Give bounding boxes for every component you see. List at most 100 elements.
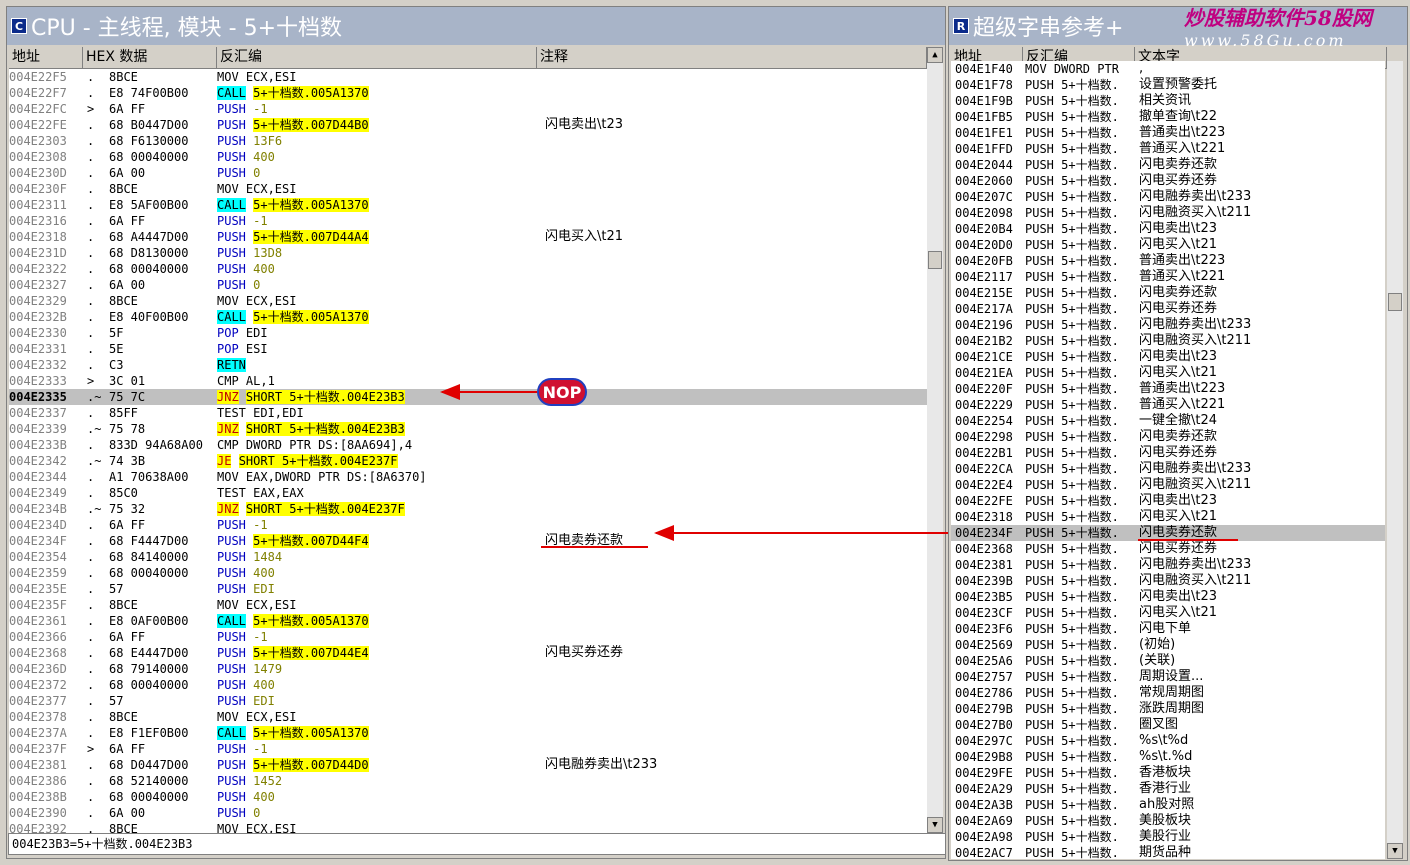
disasm-row[interactable]: 004E230F. 8BCE MOV ECX,ESI	[9, 181, 927, 197]
disasm-row[interactable]: 004E235F. 8BCE MOV ECX,ESI	[9, 597, 927, 613]
string-row[interactable]: 004E21EA PUSH 5+十档数. 闪电买入\t21	[951, 365, 1385, 381]
disasm-row[interactable]: 004E22F5. 8BCE MOV ECX,ESI	[9, 69, 927, 85]
string-row[interactable]: 004E2AC7 PUSH 5+十档数. 期货品种	[951, 845, 1385, 859]
disasm-row[interactable]: 004E2377. 57 PUSH EDI	[9, 693, 927, 709]
disasm-row[interactable]: 004E2335 .~ 75 7C JNZ SHORT 5+十档数.004E23B3	[9, 389, 927, 405]
string-row[interactable]: 004E2298 PUSH 5+十档数. 闪电卖券还款	[951, 429, 1385, 445]
disasm-row[interactable]: 004E2390. 6A 00 PUSH 0	[9, 805, 927, 821]
string-row[interactable]: 004E29B8 PUSH 5+十档数. %s\t.%d	[951, 749, 1385, 765]
disasm-row[interactable]: 004E2330. 5F POP EDI	[9, 325, 927, 341]
string-row[interactable]: 004E207C PUSH 5+十档数. 闪电融券卖出\t233	[951, 189, 1385, 205]
string-row[interactable]: 004E29FE PUSH 5+十档数. 香港板块	[951, 765, 1385, 781]
disasm-row[interactable]: 004E22FE. 68 B0447D00 PUSH 5+十档数.007D44B0 闪…	[9, 117, 927, 133]
string-row[interactable]: 004E2318 PUSH 5+十档数. 闪电买入\t21	[951, 509, 1385, 525]
disasm-row[interactable]: 004E2327. 6A 00 PUSH 0	[9, 277, 927, 293]
cpu-scrollbar[interactable]: ▲ ▼	[927, 47, 943, 833]
disasm-row[interactable]: 004E2329. 8BCE MOV ECX,ESI	[9, 293, 927, 309]
string-row[interactable]: 004E1F40 MOV DWORD PTR,	[951, 61, 1385, 77]
strings-scrollbar[interactable]: ▼	[1387, 61, 1403, 859]
string-row[interactable]: 004E22B1 PUSH 5+十档数. 闪电买券还券	[951, 445, 1385, 461]
string-row[interactable]: 004E25A6 PUSH 5+十档数. (关联)	[951, 653, 1385, 669]
string-row[interactable]: 004E1FE1 PUSH 5+十档数. 普通卖出\t223	[951, 125, 1385, 141]
disasm-row[interactable]: 004E2344. A1 70638A00 MOV EAX,DWORD PTR DS…	[9, 469, 927, 485]
string-row[interactable]: 004E239B PUSH 5+十档数. 闪电融资买入\t211	[951, 573, 1385, 589]
disasm-row[interactable]: 004E235E. 57 PUSH EDI	[9, 581, 927, 597]
disasm-row[interactable]: 004E2318. 68 A4447D00 PUSH 5+十档数.007D44A4 闪…	[9, 229, 927, 245]
disasm-row[interactable]: 004E2311. E8 5AF00B00 CALL 5+十档数.005A1370	[9, 197, 927, 213]
string-row[interactable]: 004E2786 PUSH 5+十档数. 常规周期图	[951, 685, 1385, 701]
string-row[interactable]: 004E27B0 PUSH 5+十档数. 圈叉图	[951, 717, 1385, 733]
string-row[interactable]: 004E2229 PUSH 5+十档数. 普通买入\t221	[951, 397, 1385, 413]
string-row[interactable]: 004E21CE PUSH 5+十档数. 闪电卖出\t23	[951, 349, 1385, 365]
string-row[interactable]: 004E23CF PUSH 5+十档数. 闪电买入\t21	[951, 605, 1385, 621]
disasm-row[interactable]: 004E2303. 68 F6130000 PUSH 13F6	[9, 133, 927, 149]
disasm-row[interactable]: 004E231D. 68 D8130000 PUSH 13D8	[9, 245, 927, 261]
string-row[interactable]: 004E1F9B PUSH 5+十档数. 相关资讯	[951, 93, 1385, 109]
string-row[interactable]: 004E21B2 PUSH 5+十档数. 闪电融资买入\t211	[951, 333, 1385, 349]
disasm-row[interactable]: 004E2333 >3C 01 CMP AL,1	[9, 373, 927, 389]
string-row[interactable]: 004E22E4 PUSH 5+十档数. 闪电融资买入\t211	[951, 477, 1385, 493]
string-row[interactable]: 004E220F PUSH 5+十档数. 普通卖出\t223	[951, 381, 1385, 397]
string-row[interactable]: 004E2569 PUSH 5+十档数. (初始)	[951, 637, 1385, 653]
disasm-row[interactable]: 004E2368. 68 E4447D00 PUSH 5+十档数.007D44E4 闪…	[9, 645, 927, 661]
string-row[interactable]: 004E1F78 PUSH 5+十档数. 设置预警委托	[951, 77, 1385, 93]
string-row[interactable]: 004E2117 PUSH 5+十档数. 普通买入\t221	[951, 269, 1385, 285]
string-row[interactable]: 004E2098 PUSH 5+十档数. 闪电融资买入\t211	[951, 205, 1385, 221]
disasm-row[interactable]: 004E2322. 68 00040000 PUSH 400	[9, 261, 927, 277]
string-row[interactable]: 004E215E PUSH 5+十档数. 闪电卖券还款	[951, 285, 1385, 301]
disasm-row[interactable]: 004E2361. E8 0AF00B00 CALL 5+十档数.005A1370	[9, 613, 927, 629]
string-row[interactable]: 004E2044 PUSH 5+十档数. 闪电卖券还款	[951, 157, 1385, 173]
col-comment[interactable]: 注释	[537, 47, 927, 68]
disasm-row[interactable]: 004E2316. 6A FF PUSH -1	[9, 213, 927, 229]
string-row[interactable]: 004E20B4 PUSH 5+十档数. 闪电卖出\t23	[951, 221, 1385, 237]
scroll-thumb[interactable]	[928, 251, 942, 269]
col-hex[interactable]: HEX 数据	[83, 47, 217, 68]
string-row[interactable]: 004E2196 PUSH 5+十档数. 闪电融券卖出\t233	[951, 317, 1385, 333]
disasm-row[interactable]: 004E233B. 833D 94A68A00 CMP DWORD PTR DS:[…	[9, 437, 927, 453]
col-disasm[interactable]: 反汇编	[217, 47, 537, 68]
string-row[interactable]: 004E297C PUSH 5+十档数. %s\t%d	[951, 733, 1385, 749]
disasm-row[interactable]: 004E2372. 68 00040000 PUSH 400	[9, 677, 927, 693]
string-row[interactable]: 004E2757 PUSH 5+十档数. 周期设置...	[951, 669, 1385, 685]
string-row[interactable]: 004E217A PUSH 5+十档数. 闪电买券还券	[951, 301, 1385, 317]
disasm-row[interactable]: 004E2359. 68 00040000 PUSH 400	[9, 565, 927, 581]
string-row[interactable]: 004E234F PUSH 5+十档数. 闪电卖券还款	[951, 525, 1385, 541]
string-row[interactable]: 004E1FB5 PUSH 5+十档数. 撤单查询\t22	[951, 109, 1385, 125]
disasm-row[interactable]: 004E22FC >6A FF PUSH -1	[9, 101, 927, 117]
disasm-row[interactable]: 004E230D. 6A 00 PUSH 0	[9, 165, 927, 181]
disasm-row[interactable]: 004E238B. 68 00040000 PUSH 400	[9, 789, 927, 805]
string-row[interactable]: 004E23F6 PUSH 5+十档数. 闪电下单	[951, 621, 1385, 637]
string-row[interactable]: 004E20FB PUSH 5+十档数. 普通卖出\t223	[951, 253, 1385, 269]
disassembly-pane[interactable]: 004E22F5. 8BCE MOV ECX,ESI 004E22F7. E8 74F0…	[9, 69, 927, 833]
string-row[interactable]: 004E279B PUSH 5+十档数. 涨跌周期图	[951, 701, 1385, 717]
disasm-row[interactable]: 004E234B .~ 75 32 JNZ SHORT 5+十档数.004E237F	[9, 501, 927, 517]
disasm-row[interactable]: 004E234F. 68 F4447D00 PUSH 5+十档数.007D44F4 闪…	[9, 533, 927, 549]
string-row[interactable]: 004E22CA PUSH 5+十档数. 闪电融券卖出\t233	[951, 461, 1385, 477]
disasm-row[interactable]: 004E237A. E8 F1EF0B00 CALL 5+十档数.005A1370	[9, 725, 927, 741]
scroll-down-icon[interactable]: ▼	[927, 817, 943, 833]
disasm-row[interactable]: 004E2349. 85C0 TEST EAX,EAX	[9, 485, 927, 501]
col-address[interactable]: 地址	[9, 47, 83, 68]
disasm-row[interactable]: 004E2386. 68 52140000 PUSH 1452	[9, 773, 927, 789]
string-row[interactable]: 004E2A98 PUSH 5+十档数. 美股行业	[951, 829, 1385, 845]
string-row[interactable]: 004E2A29 PUSH 5+十档数. 香港行业	[951, 781, 1385, 797]
disasm-row[interactable]: 004E2354. 68 84140000 PUSH 1484	[9, 549, 927, 565]
disasm-row[interactable]: 004E237F >6A FF PUSH -1	[9, 741, 927, 757]
string-row[interactable]: 004E23B5 PUSH 5+十档数. 闪电卖出\t23	[951, 589, 1385, 605]
string-row[interactable]: 004E1FFD PUSH 5+十档数. 普通买入\t221	[951, 141, 1385, 157]
disasm-row[interactable]: 004E22F7. E8 74F00B00 CALL 5+十档数.005A1370	[9, 85, 927, 101]
string-row[interactable]: 004E20D0 PUSH 5+十档数. 闪电买入\t21	[951, 237, 1385, 253]
string-row[interactable]: 004E2368 PUSH 5+十档数. 闪电买券还券	[951, 541, 1385, 557]
disasm-row[interactable]: 004E2339 .~ 75 78 JNZ SHORT 5+十档数.004E23B3	[9, 421, 927, 437]
disasm-row[interactable]: 004E2366. 6A FF PUSH -1	[9, 629, 927, 645]
disasm-row[interactable]: 004E236D. 68 79140000 PUSH 1479	[9, 661, 927, 677]
disasm-row[interactable]: 004E2331. 5E POP ESI	[9, 341, 927, 357]
disasm-row[interactable]: 004E2332. C3 RETN	[9, 357, 927, 373]
scroll-down-icon[interactable]: ▼	[1387, 843, 1403, 859]
scroll-thumb[interactable]	[1388, 293, 1402, 311]
cpu-title-bar[interactable]: C CPU - 主线程, 模块 - 5+十档数	[7, 7, 945, 45]
disasm-row[interactable]: 004E2337. 85FF TEST EDI,EDI	[9, 405, 927, 421]
disasm-row[interactable]: 004E232B. E8 40F00B00 CALL 5+十档数.005A1370	[9, 309, 927, 325]
disasm-row[interactable]: 004E2308. 68 00040000 PUSH 400	[9, 149, 927, 165]
string-row[interactable]: 004E2254 PUSH 5+十档数. 一键全撤\t24	[951, 413, 1385, 429]
